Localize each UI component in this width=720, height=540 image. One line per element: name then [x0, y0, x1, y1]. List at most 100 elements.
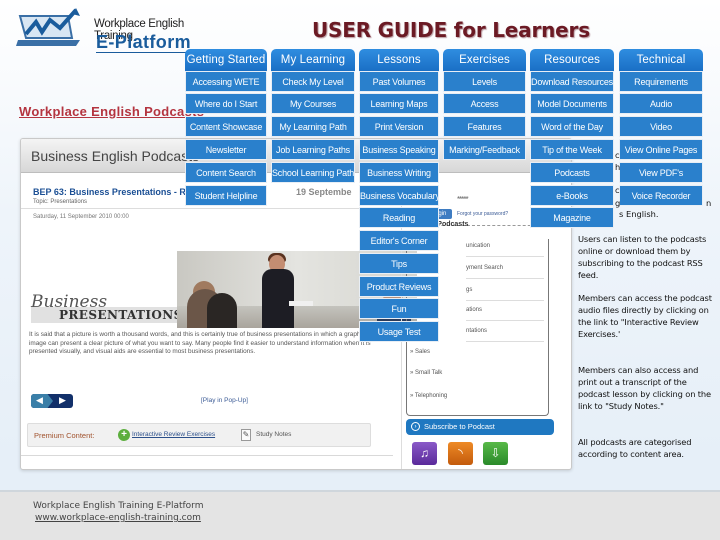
side-paragraph: Members can access the podcast audio fil…	[578, 293, 712, 339]
section-title[interactable]: Workplace English Podcasts	[19, 104, 204, 119]
rss-icon[interactable]: ◝	[448, 442, 473, 465]
episode-description: It is said that a picture is worth a tho…	[29, 331, 386, 355]
side-paragraph: Users can listen to the podcasts online …	[578, 234, 707, 280]
nav-item-my-courses[interactable]: My Courses	[271, 93, 355, 114]
play-popup-link[interactable]: [Play in Pop-Up]	[201, 397, 248, 404]
nav-item-product-reviews[interactable]: Product Reviews	[359, 276, 439, 297]
nav-item-reading[interactable]: Reading	[359, 207, 439, 228]
episode-posted: Saturday, 11 September 2010 00:00	[33, 214, 129, 220]
nav-item-download-resources[interactable]: Download Resources	[530, 71, 614, 92]
banner-strip: PRESENTATIONS	[31, 307, 182, 323]
logo[interactable]: Workplace English Training E-Platform	[16, 8, 208, 53]
download-icon[interactable]: ⇩	[483, 442, 508, 465]
nav-item-e-books[interactable]: e-Books	[530, 185, 614, 206]
nav-item-accessing-wete[interactable]: Accessing WETE	[185, 71, 267, 92]
nav-item-word-of-the-day[interactable]: Word of the Day	[530, 116, 614, 137]
audio-player[interactable]: ◀ ▶	[31, 394, 73, 408]
nav-item-levels[interactable]: Levels	[443, 71, 526, 92]
nav-item-past-volumes[interactable]: Past Volumes	[359, 71, 439, 92]
nav-item-view-pdf-s[interactable]: View PDF's	[619, 162, 703, 183]
plus-circle-icon: +	[118, 429, 130, 441]
search-category[interactable]: » Sales	[410, 349, 540, 363]
nav-item-job-learning-paths[interactable]: Job Learning Paths	[271, 139, 355, 160]
search-category[interactable]: gs	[466, 287, 544, 301]
nav-item-view-online-pages[interactable]: View Online Pages	[619, 139, 703, 160]
nav-item-newsletter[interactable]: Newsletter	[185, 139, 267, 160]
text-fragment: c	[615, 150, 620, 160]
nav-item-check-my-level[interactable]: Check My Level	[271, 71, 355, 92]
text-fragment: s English.	[619, 209, 659, 219]
subscribe-button[interactable]: › Subscribe to Podcast	[406, 419, 554, 435]
search-category[interactable]: unication	[466, 243, 544, 257]
premium-content-bar: Premium Content: + Interactive Review Ex…	[27, 423, 371, 447]
episode-topic: Topic: Presentations	[33, 199, 88, 205]
nav-item-business-speaking[interactable]: Business Speaking	[359, 139, 439, 160]
nav-item-school-learning-path[interactable]: School Learning Path	[271, 162, 355, 183]
nav-item-student-helpline[interactable]: Student Helpline	[185, 185, 267, 206]
nav-tab-lessons[interactable]: Lessons	[359, 49, 439, 71]
nav-tab-getting-started[interactable]: Getting Started	[185, 49, 267, 71]
study-notes-link[interactable]: Study Notes	[256, 431, 291, 438]
nav-item-my-learning-path[interactable]: My Learning Path	[271, 116, 355, 137]
search-category[interactable]: » Small Talk	[410, 370, 540, 384]
episode-title[interactable]: BEP 63: Business Presentations - R	[33, 187, 186, 197]
nav-item-podcasts[interactable]: Podcasts	[530, 162, 614, 183]
nav-item-content-search[interactable]: Content Search	[185, 162, 267, 183]
nav-item-audio[interactable]: Audio	[619, 93, 703, 114]
search-category[interactable]: » Telephoning	[410, 393, 540, 407]
nav-item-business-vocabulary[interactable]: Business Vocabulary	[359, 185, 439, 206]
side-paragraph: All podcasts are categorised according t…	[578, 437, 692, 459]
password-field[interactable]: *****	[457, 195, 469, 204]
speaker-icon: ◀	[36, 395, 43, 405]
episode-date: 19 Septembe	[296, 187, 352, 197]
forgot-password-link[interactable]: Forgot your password?	[457, 211, 508, 217]
nav-item-features[interactable]: Features	[443, 116, 526, 137]
nav-tab-exercises[interactable]: Exercises	[443, 49, 526, 71]
panel-header-title: Business English Podcasts	[31, 148, 200, 164]
search-category[interactable]: ations	[466, 307, 544, 321]
nav-item-model-documents[interactable]: Model Documents	[530, 93, 614, 114]
nav-item-learning-maps[interactable]: Learning Maps	[359, 93, 439, 114]
nav-item-where-do-i-start[interactable]: Where do I Start	[185, 93, 267, 114]
side-paragraph: Members can also access and print out a …	[578, 365, 711, 411]
podcast-screenshot-panel: Business English Podcasts BEP 63: Busine…	[20, 138, 572, 470]
search-category[interactable]: ntations	[466, 328, 544, 342]
nav-item-usage-test[interactable]: Usage Test	[359, 321, 439, 342]
interactive-review-link[interactable]: Interactive Review Exercises	[132, 431, 215, 438]
text-fragment: g	[615, 198, 621, 208]
nav-tab-technical[interactable]: Technical	[619, 49, 703, 71]
subscribe-label: Subscribe to Podcast	[424, 422, 495, 431]
text-fragment: c	[615, 185, 620, 195]
nav-item-print-version[interactable]: Print Version	[359, 116, 439, 137]
arrow-circle-icon: ›	[411, 422, 420, 431]
nav-item-business-writing[interactable]: Business Writing	[359, 162, 439, 183]
play-icon[interactable]: ▶	[59, 395, 66, 406]
premium-label: Premium Content:	[34, 431, 95, 440]
footer-url-link[interactable]: www.workplace-english-training.com	[35, 513, 201, 523]
notes-icon: ✎	[241, 429, 251, 441]
nav-item-requirements[interactable]: Requirements	[619, 71, 703, 92]
nav-tab-my-learning[interactable]: My Learning	[271, 49, 355, 71]
divider	[21, 208, 396, 209]
nav-item-tip-of-the-week[interactable]: Tip of the Week	[530, 139, 614, 160]
laptop-chart-icon	[16, 8, 80, 46]
itunes-icon[interactable]: ♫	[412, 442, 437, 465]
nav-item-marking-feedback[interactable]: Marking/Feedback	[443, 139, 526, 160]
footer-title: Workplace English Training E-Platform	[33, 501, 204, 511]
banner-word-presentations: PRESENTATIONS	[59, 308, 183, 322]
divider	[21, 455, 393, 456]
nav-item-fun[interactable]: Fun	[359, 298, 439, 319]
nav-item-content-showcase[interactable]: Content Showcase	[185, 116, 267, 137]
nav-item-magazine[interactable]: Magazine	[530, 207, 614, 228]
nav-item-video[interactable]: Video	[619, 116, 703, 137]
text-fragment: h	[615, 162, 621, 172]
search-category[interactable]: yment Search	[466, 265, 544, 279]
nav-item-voice-recorder[interactable]: Voice Recorder	[619, 185, 703, 206]
guide-title: USER GUIDE for Learners	[312, 18, 590, 42]
logo-title: E-Platform	[96, 32, 192, 52]
nav-item-tips[interactable]: Tips	[359, 253, 439, 274]
nav-item-access[interactable]: Access	[443, 93, 526, 114]
nav-tab-resources[interactable]: Resources	[530, 49, 614, 71]
nav-item-editor-s-corner[interactable]: Editor's Corner	[359, 230, 439, 251]
text-fragment: n	[706, 198, 712, 208]
